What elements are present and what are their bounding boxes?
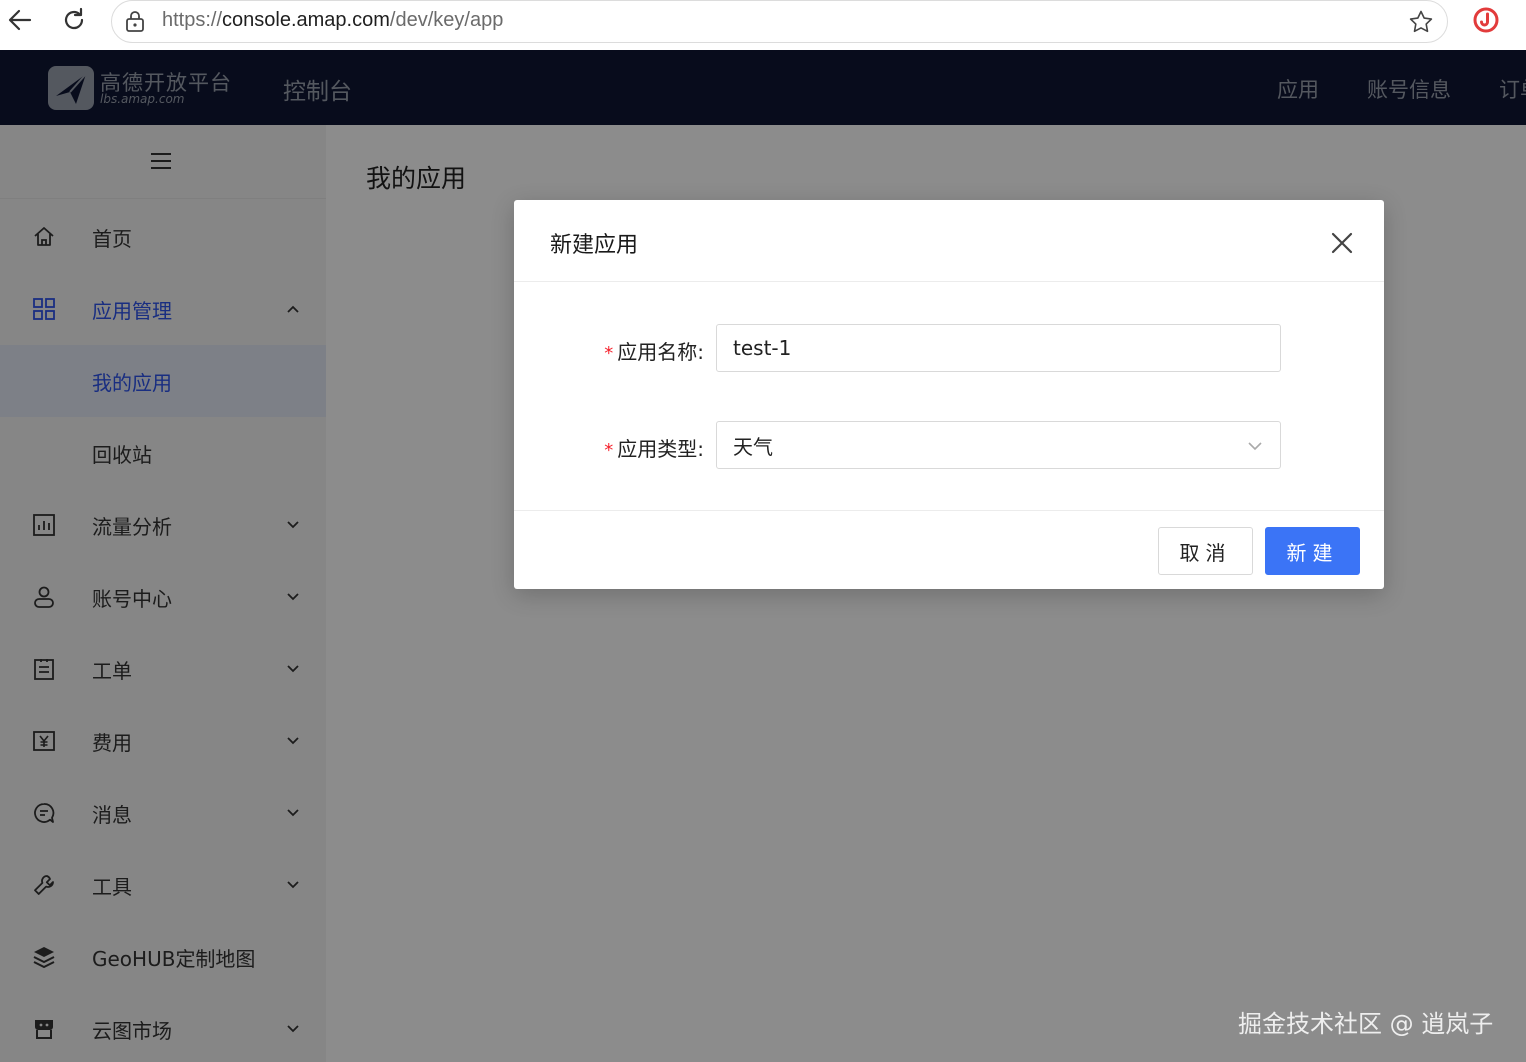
create-app-dialog: 新建应用 * 应用名称: test-1 * 应用类型: 天气 取消 新建 [514,200,1384,589]
close-icon[interactable] [1329,230,1355,256]
bookmark-star-icon[interactable] [1408,9,1434,39]
watermark: 掘金技术社区 @ 逍岚子 [1238,1010,1494,1038]
reload-icon[interactable] [58,4,90,36]
app-name-label: * 应用名称: [604,336,704,365]
address-bar[interactable]: https://console.amap.com/dev/key/app [111,0,1448,43]
back-icon[interactable] [4,4,36,36]
dialog-header: 新建应用 [514,200,1384,282]
cancel-button[interactable]: 取消 [1158,527,1253,575]
app-type-select[interactable]: 天气 [716,421,1281,469]
dialog-title: 新建应用 [550,233,639,258]
app-name-input[interactable]: test-1 [716,324,1281,372]
app-type-label: * 应用类型: [604,433,704,462]
browser-toolbar: https://console.amap.com/dev/key/app [0,0,1526,50]
required-mark: * [604,343,614,364]
url-path: /dev/key/app [389,9,504,31]
url-host: console.amap.com [222,9,390,31]
extension-icon[interactable] [1472,6,1500,38]
app-name-value: test-1 [733,336,792,360]
required-mark: * [604,440,614,461]
label-text: 应用类型: [617,437,704,461]
create-button[interactable]: 新建 [1265,527,1360,575]
dialog-footer: 取消 新建 [514,510,1384,589]
url-text: https://console.amap.com/dev/key/app [162,9,503,32]
chevron-down-icon[interactable] [1246,437,1264,455]
form-row-app-type: * 应用类型: 天气 [514,421,1384,469]
site-info-icon[interactable] [124,10,146,38]
url-scheme: https:// [162,9,223,31]
form-row-app-name: * 应用名称: test-1 [514,324,1384,372]
app-type-value: 天气 [733,434,773,459]
label-text: 应用名称: [617,340,704,364]
